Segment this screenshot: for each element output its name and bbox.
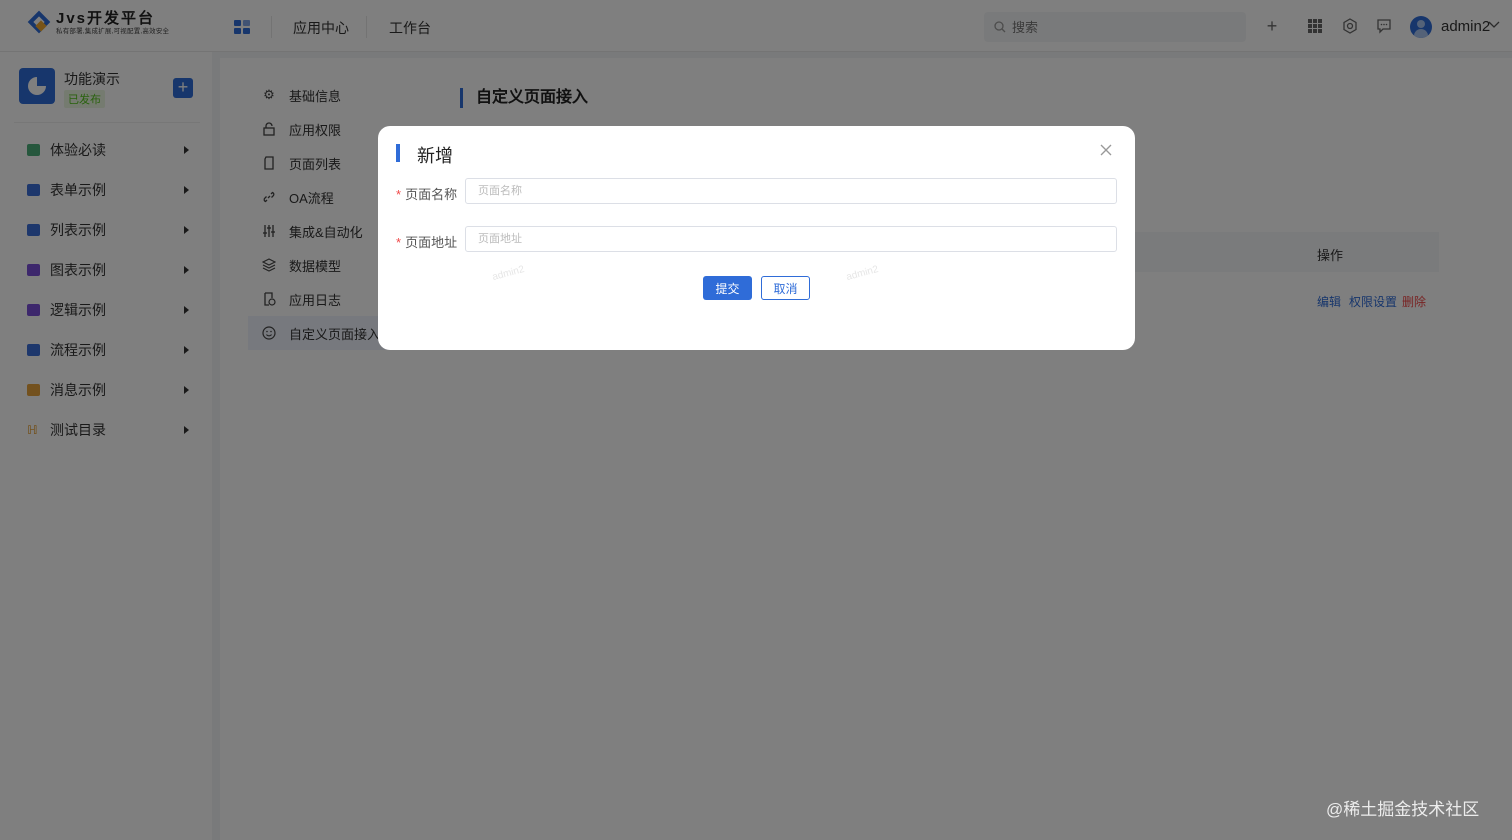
add-page-dialog: 新增 *页面名称 *页面地址 admin2 admin2 提交 取消 [378,126,1135,350]
page-name-input[interactable] [465,178,1117,204]
title-accent-bar [396,144,400,162]
corner-watermark: @稀土掘金技术社区 [1326,800,1480,819]
page-url-label: * 页面地址 [396,235,458,250]
dialog-title: 新增 [417,146,453,166]
watermark: admin2 [845,263,880,284]
close-icon[interactable] [1100,143,1112,161]
submit-button[interactable]: 提交 [703,276,752,300]
page-url-input[interactable] [465,226,1117,252]
page-name-label: * 页面名称 [396,187,458,202]
watermark: admin2 [491,263,526,284]
cancel-button[interactable]: 取消 [761,276,810,300]
